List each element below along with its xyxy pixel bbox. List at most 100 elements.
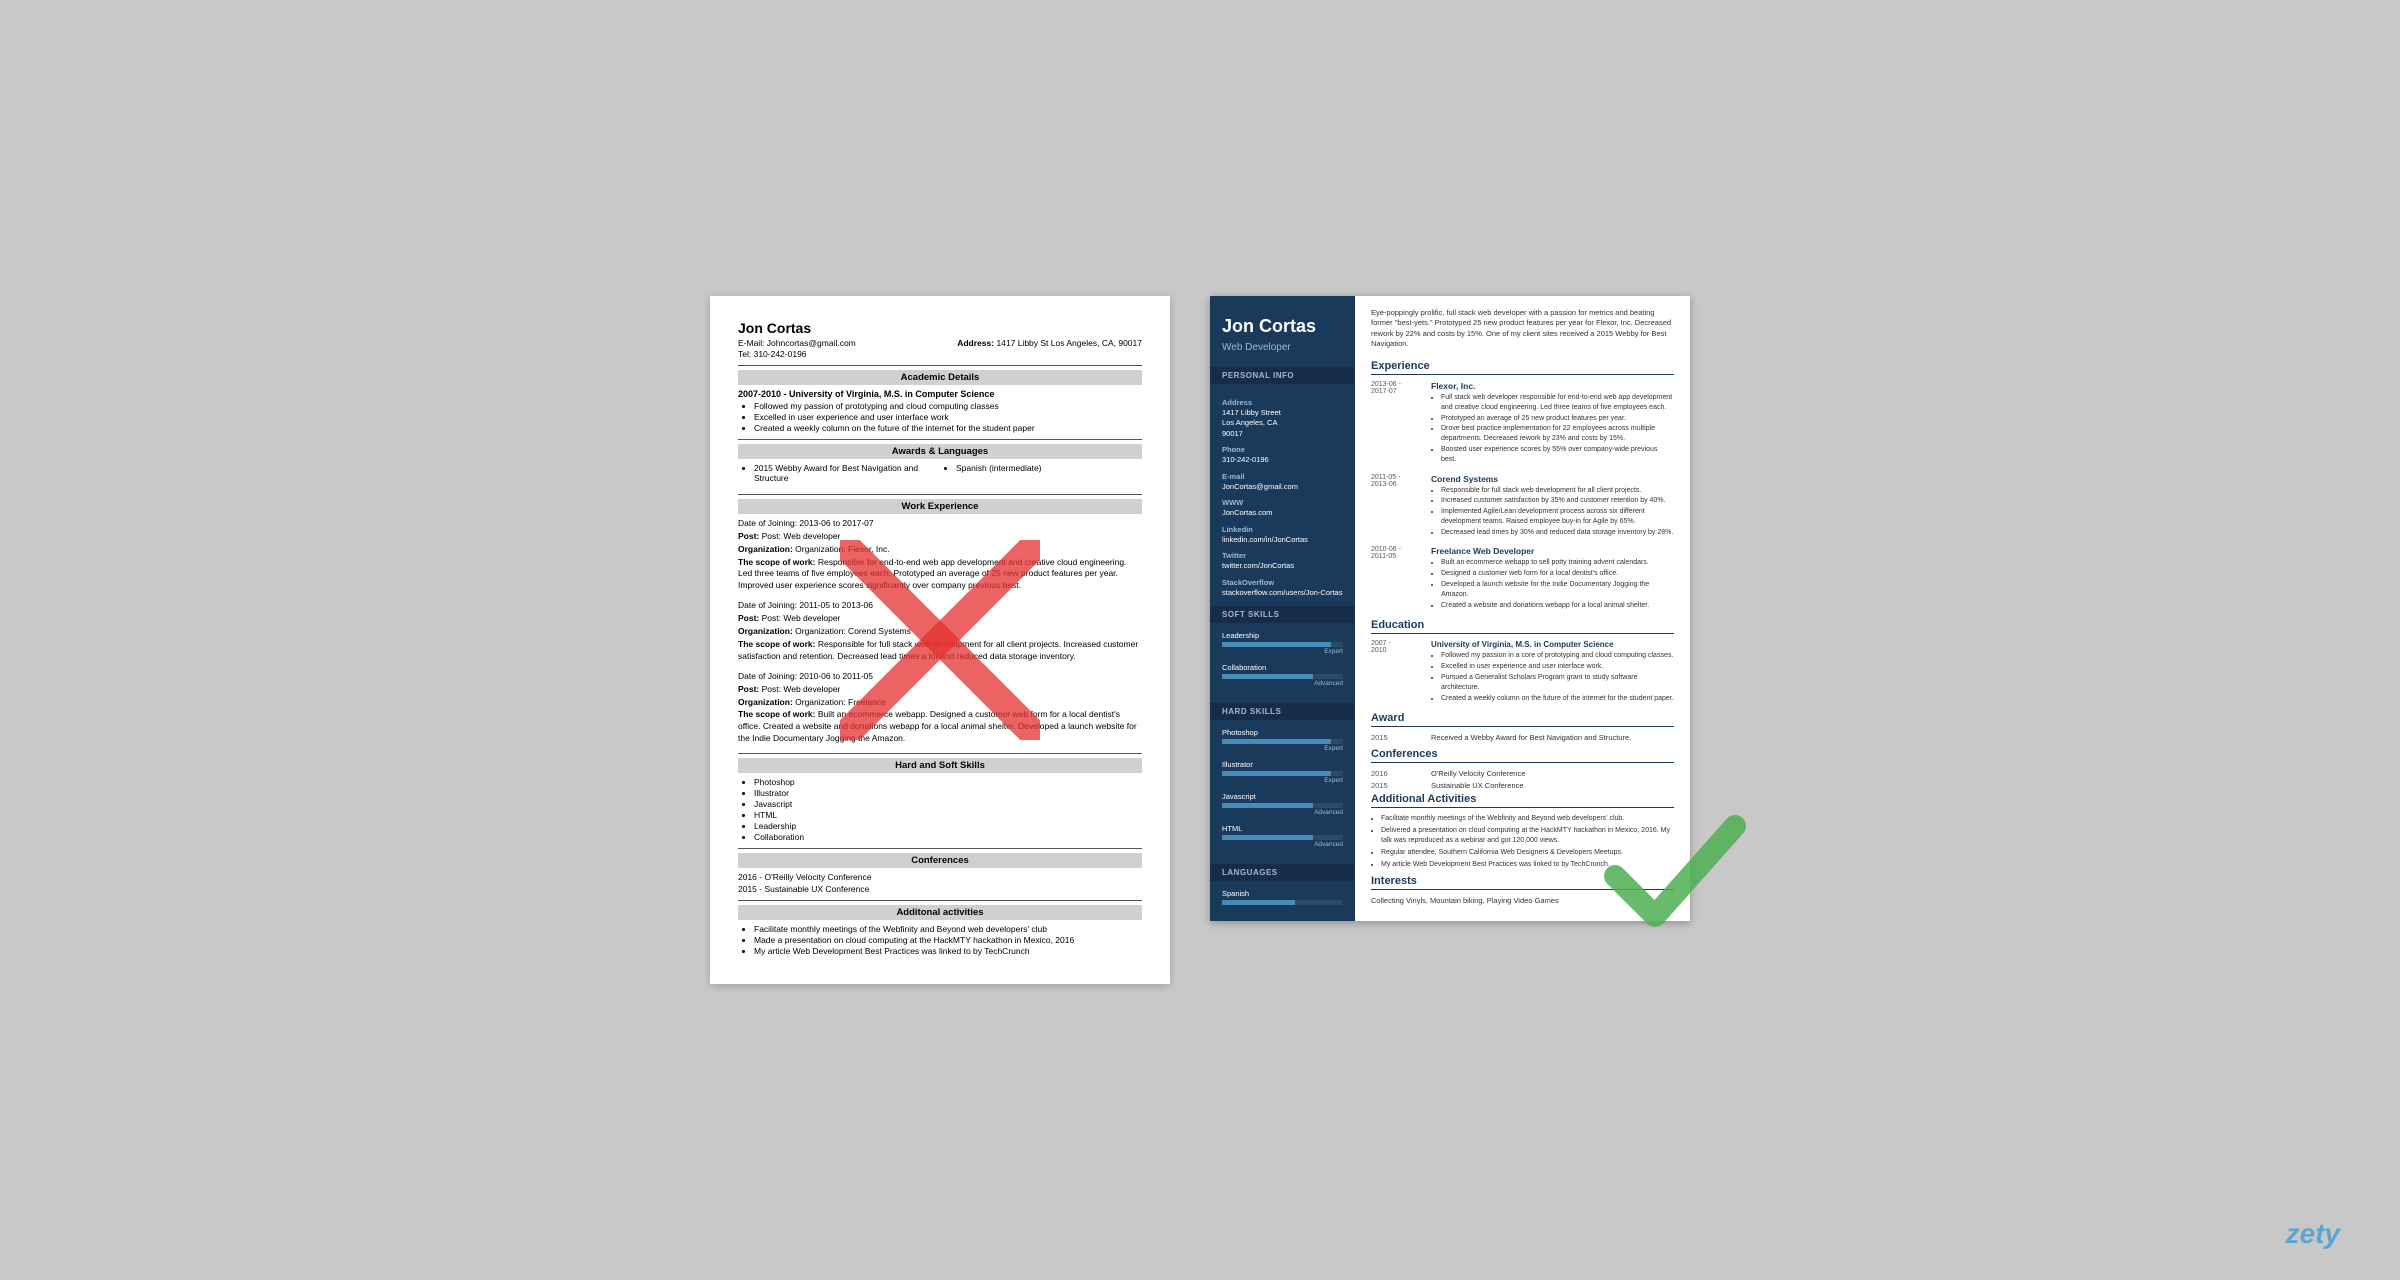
skill-illustrator: Illustrator Expert [1222,760,1343,784]
plain-skills-list: Photoshop Illustrator Javascript HTML Le… [738,777,1142,842]
plain-job-3: Date of Joining: 2010-06 to 2011-05 Post… [738,671,1142,745]
skill-javascript-level: Advanced [1222,809,1343,816]
exp-content-1: Flexor, Inc. Full stack web developer re… [1431,381,1674,466]
stackoverflow-value: stackoverflow.com/users/Jon-Cortas [1222,588,1343,599]
list-item: Full stack web developer responsible for… [1441,393,1674,413]
exp-company-2: Corend Systems [1431,474,1674,484]
plain-awards-section: Awards & Languages [738,444,1142,459]
plain-academic-section: Academic Details [738,370,1142,385]
skill-spanish-name: Spanish [1222,889,1343,898]
plain-job3-date: Date of Joining: 2010-06 to 2011-05 [738,671,1142,683]
interests-section-title: Interests [1371,875,1674,890]
award-section-title: Award [1371,712,1674,727]
plain-job1-scope: The scope of work: Responsible for end-t… [738,557,1142,593]
exp-bullets-1: Full stack web developer responsible for… [1431,393,1674,465]
edu-content-1: University of Virginia, M.S. in Computer… [1431,640,1674,704]
plain-conferences-section: Conferences [738,853,1142,868]
hard-skills-content: Photoshop Expert Illustrator Expert [1210,720,1355,864]
conf-entry-1: 2016 O'Reilly Velocity Conference [1371,769,1674,778]
list-item: Implemented Agile/Lean development proce… [1441,507,1674,527]
list-item: Boosted user experience scores by 55% ov… [1441,445,1674,465]
list-item: Developed a launch website for the Indie… [1441,580,1674,600]
plain-conf-1: 2016 - O'Reilly Velocity Conference [738,872,1142,882]
list-item: Decreased lead times by 30% and reduced … [1441,528,1674,538]
list-item: Drove best practice implementation for 2… [1441,424,1674,444]
sidebar-header: Jon Cortas Web Developer [1210,296,1355,367]
skill-photoshop-level: Expert [1222,745,1343,752]
languages-content: Spanish [1210,881,1355,921]
conf-entry-2: 2015 Sustainable UX Conference [1371,781,1674,790]
exp-entry-3: 2010-06 -2011-05 Freelance Web Developer… [1371,546,1674,611]
list-item: Facilitate monthly meetings of the Webfi… [1381,814,1674,824]
plain-address-label: Address: [957,338,994,348]
education-section-title: Education [1371,619,1674,634]
exp-bullets-2: Responsible for full stack web developme… [1431,486,1674,538]
edu-date-1: 2007 -2010 [1371,640,1423,704]
address-label: Address [1222,398,1343,407]
interests-text: Collecting Vinyls, Mountain biking, Play… [1371,896,1674,905]
list-item: Facilitate monthly meetings of the Webfi… [754,924,1142,934]
list-item: Created a website and donations webapp f… [1441,601,1674,611]
list-item: Created a weekly column on the future of… [754,423,1142,433]
plain-email: E-Mail: Johncortas@gmail.com [738,338,856,348]
styled-resume: Jon Cortas Web Developer Personal Info A… [1210,296,1690,921]
linkedin-value: linkedin.com/in/JonCortas [1222,535,1343,546]
resume-sidebar: Jon Cortas Web Developer Personal Info A… [1210,296,1355,921]
personal-info-label: Personal Info [1210,367,1355,384]
plain-job3-scope: The scope of work: Built an ecommerce we… [738,709,1142,745]
skill-html-level: Advanced [1222,841,1343,848]
phone-label: Phone [1222,445,1343,454]
exp-date-3: 2010-06 -2011-05 [1371,546,1423,611]
edu-bullets-1: Followed my passion in a core of prototy… [1431,651,1674,703]
plain-address-row: Address: 1417 Libby St Los Angeles, CA, … [957,338,1142,348]
skill-photoshop: Photoshop Expert [1222,728,1343,752]
skill-photoshop-fill [1222,739,1331,744]
list-item: Javascript [754,799,1142,809]
skill-collaboration-bar [1222,674,1343,679]
skill-spanish: Spanish [1222,889,1343,905]
skill-collaboration: Collaboration Advanced [1222,663,1343,687]
skill-illustrator-name: Illustrator [1222,760,1343,769]
exp-company-1: Flexor, Inc. [1431,381,1674,391]
plain-job1-post: Post: Post: Web developer [738,531,1142,543]
soft-skills-label: Soft Skills [1210,606,1355,623]
plain-conf-2: 2015 - Sustainable UX Conference [738,884,1142,894]
skill-illustrator-fill [1222,771,1331,776]
plain-tel: Tel: 310-242-0196 [738,349,1142,359]
plain-activities-list: Facilitate monthly meetings of the Webfi… [738,924,1142,956]
skill-illustrator-bar [1222,771,1343,776]
award-entry: 2015 Received a Webby Award for Best Nav… [1371,733,1674,742]
skill-photoshop-bar [1222,739,1343,744]
conf-name-2: Sustainable UX Conference [1431,781,1524,790]
list-item: Made a presentation on cloud computing a… [754,935,1142,945]
skill-javascript-name: Javascript [1222,792,1343,801]
exp-date-1: 2013-06 -2017-07 [1371,381,1423,466]
plain-job1-date: Date of Joining: 2013-06 to 2017-07 [738,518,1142,530]
list-item: Built an ecommerce webapp to sell potty … [1441,558,1674,568]
exp-bullets-3: Built an ecommerce webapp to sell potty … [1431,558,1674,610]
exp-content-3: Freelance Web Developer Built an ecommer… [1431,546,1674,611]
edu-entry-1: 2007 -2010 University of Virginia, M.S. … [1371,640,1674,704]
plain-awards-row: 2015 Webby Award for Best Navigation and… [738,463,1142,488]
skill-collaboration-fill [1222,674,1313,679]
list-item: Regular attendee, Southern California We… [1381,848,1674,858]
phone-value: 310-242-0196 [1222,455,1343,466]
plain-resume: Jon Cortas E-Mail: Johncortas@gmail.com … [710,296,1170,984]
skill-html-bar [1222,835,1343,840]
plain-job2-scope: The scope of work: Responsible for full … [738,639,1142,663]
www-value: JonCortas.com [1222,508,1343,519]
linkedin-label: Linkedin [1222,525,1343,534]
plain-job2-post: Post: Post: Web developer [738,613,1142,625]
additional-section-title: Additional Activities [1371,793,1674,808]
exp-company-3: Freelance Web Developer [1431,546,1674,556]
skill-javascript-fill [1222,803,1313,808]
skill-javascript-bar [1222,803,1343,808]
languages-label: Languages [1210,864,1355,881]
hard-skills-label: Hard Skills [1210,703,1355,720]
conferences-section-title: Conferences [1371,748,1674,763]
plain-job1-org: Organization: Organization: Flexor, Inc. [738,544,1142,556]
skill-collaboration-name: Collaboration [1222,663,1343,672]
list-item: Excelled in user experience and user int… [1441,662,1674,672]
plain-work-section: Work Experience [738,499,1142,514]
list-item: Collaboration [754,832,1142,842]
